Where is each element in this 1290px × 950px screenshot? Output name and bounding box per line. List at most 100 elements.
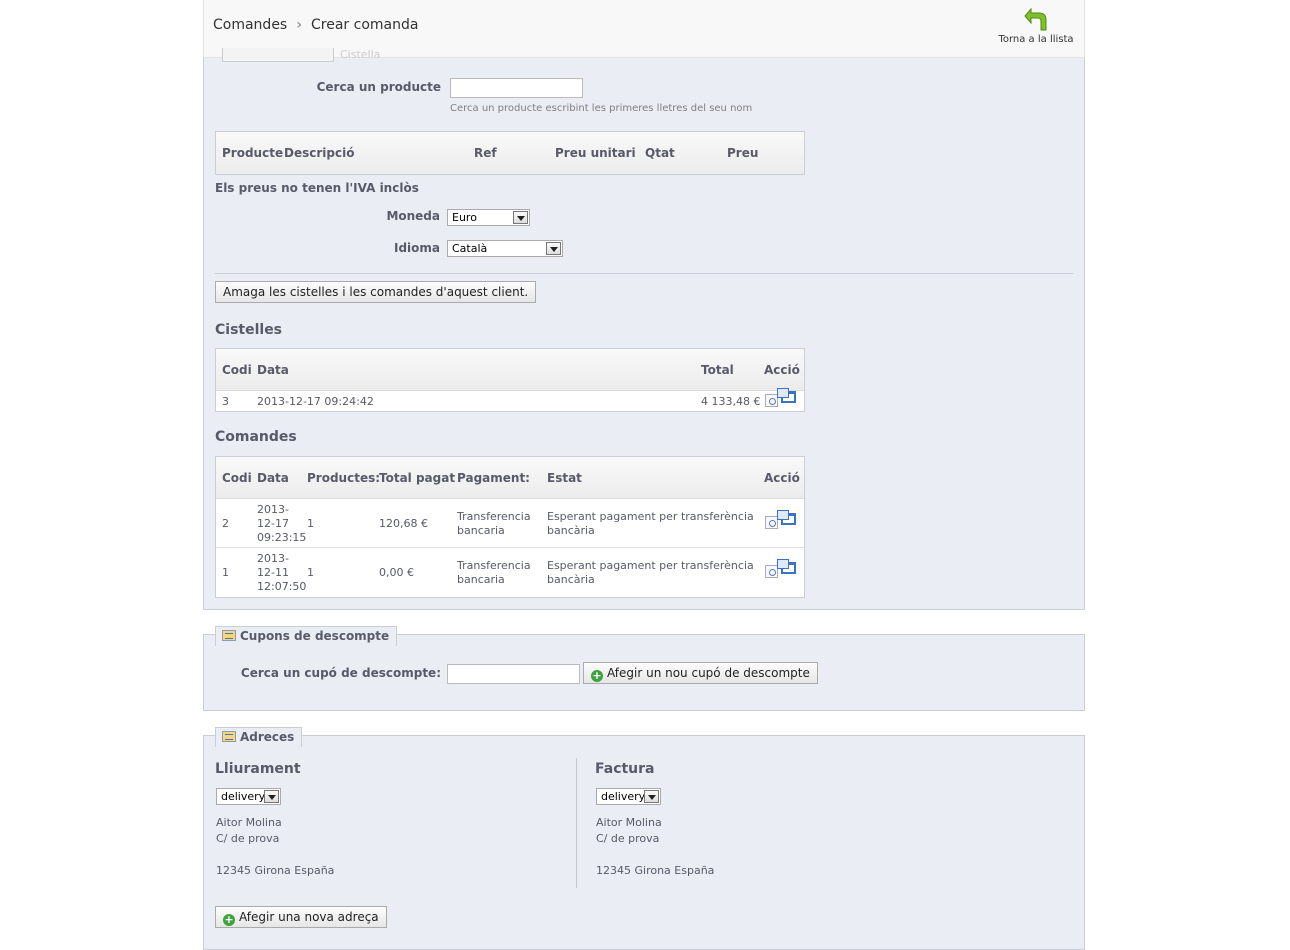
addresses-legend-label: Adreces [240,730,295,744]
col-estat: Estat [547,471,582,485]
order-products: 1 [307,566,314,579]
invoice-address-value: delivery [601,790,646,803]
add-coupon-button[interactable]: + Afegir un nou cupó de descompte [583,662,818,684]
col-data: Data [257,363,289,377]
address-icon [222,731,236,742]
order-date-line: 12-17 [257,517,289,530]
delivery-address-select[interactable]: delivery [216,788,281,805]
open-window-icon[interactable] [777,510,796,525]
open-window-icon[interactable] [777,388,796,403]
order-actions [765,559,796,578]
add-coupon-label: Afegir un nou cupó de descompte [607,666,810,680]
search-coupon-input[interactable] [447,664,580,684]
col-producte: Producte [222,146,284,160]
add-icon: + [591,669,603,682]
address-line: 12345 Girona España [596,864,715,877]
order-payment-line: bancaria [457,573,505,586]
language-value: Català [452,242,488,255]
cart-actions [765,388,796,407]
order-payment: Transferencia bancaria [457,510,531,538]
order-payment: Transferencia bancaria [457,559,531,587]
chevron-down-icon [264,790,279,803]
order-date: 2013- 12-17 09:23:15 [257,503,306,545]
col-preu: Preu [727,146,759,160]
carts-table: Codi Data Total Acció 3 2013-12-17 09:24… [215,348,805,412]
cart-code: 3 [222,395,229,408]
hide-carts-button[interactable]: Amaga les cistelles i les comandes d'aqu… [215,281,537,303]
col-codi: Codi [222,471,252,485]
language-label: Idioma [393,241,440,255]
search-product-label: Cerca un producte [316,80,441,94]
coupons-legend-label: Cupons de descompte [240,629,390,643]
back-to-list-label: Torna a la llista [998,34,1074,45]
cart-total: 4 133,48 € [701,395,761,408]
currency-value: Euro [452,211,477,224]
col-ref: Ref [474,146,497,160]
order-status-line: Esperant pagament per transferència [547,559,754,572]
col-qtat: Qtat [645,146,675,160]
order-code: 1 [222,566,229,579]
add-address-label: Afegir una nova adreça [239,910,379,924]
search-coupon-label: Cerca un cupó de descompte: [240,666,441,680]
orders-title: Comandes [215,429,297,445]
addresses-legend: Adreces [215,727,303,747]
orders-table: Codi Data Productes: Total pagat Pagamen… [215,456,805,598]
chevron-right-icon: › [296,17,303,33]
order-total: 120,68 € [379,517,428,530]
open-window-icon[interactable] [777,559,796,574]
search-product-input[interactable] [450,78,583,98]
order-status-line: bancària [547,524,595,537]
chevron-down-icon [546,242,561,255]
cart-date: 2013-12-17 09:24:42 [257,395,374,408]
invoice-address-select[interactable]: delivery [596,788,661,805]
delivery-title: Lliurament [215,761,301,777]
chevron-down-icon [644,790,659,803]
col-accio: Acció [764,363,800,377]
order-products: 1 [307,517,314,530]
order-payment-line: Transferencia [457,510,531,523]
order-date-line: 12:07:50 [257,580,307,593]
order-date-line: 2013- [257,503,289,516]
order-payment-line: bancaria [457,524,505,537]
cart-tab-label: Cistella [340,48,381,61]
order-date: 2013- 12-11 12:07:50 [257,552,306,594]
order-date-line: 12-11 [257,566,289,579]
back-arrow-icon [1024,7,1047,31]
search-product-hint: Cerca un producte escribint les primeres… [450,103,753,114]
products-table: Producte Descripció Ref Preu unitari Qta… [215,131,805,175]
divider [215,273,1073,274]
products-table-header: Producte Descripció Ref Preu unitari Qta… [216,132,804,174]
address-line: C/ de prova [216,832,280,845]
coupons-fieldset: Cupons de descompte Cerca un cupó de des… [203,626,1085,711]
order-status-line: bancària [547,573,595,586]
order-code: 2 [222,517,229,530]
language-select[interactable]: Català [447,240,563,257]
delivery-address-text: Aitor Molina C/ de prova 12345 Girona Es… [216,815,334,879]
coupon-icon [222,630,236,641]
row-divider [216,547,804,548]
address-line: Aitor Molina [216,816,282,829]
add-address-button[interactable]: + Afegir una nova adreça [215,906,387,928]
col-preu-unitari: Preu unitari [555,146,636,160]
orders-table-header: Codi Data Productes: Total pagat Pagamen… [216,457,804,499]
delivery-address-value: delivery [221,790,266,803]
col-accio: Acció [764,471,800,485]
currency-select[interactable]: Euro [447,209,530,226]
breadcrumb-item-create-order: Crear comanda [311,17,419,33]
address-line: C/ de prova [596,832,660,845]
chevron-down-icon [513,211,528,224]
col-descripcio: Descripció [284,146,355,160]
col-codi: Codi [222,363,252,377]
cart-tab: Cistella [222,48,380,62]
coupons-legend: Cupons de descompte [215,626,398,646]
column-divider [576,758,577,888]
cart-panel: Cerca un producte Cerca un producte escr… [203,0,1085,610]
col-data: Data [257,471,289,485]
back-to-list-button[interactable]: Torna a la llista [998,6,1074,45]
invoice-title: Factura [595,761,655,777]
order-status: Esperant pagament per transferència banc… [547,510,754,538]
address-line: 12345 Girona España [216,864,335,877]
order-status-line: Esperant pagament per transferència [547,510,754,523]
breadcrumb-item-orders[interactable]: Comandes [213,17,287,33]
col-total: Total [701,363,734,377]
